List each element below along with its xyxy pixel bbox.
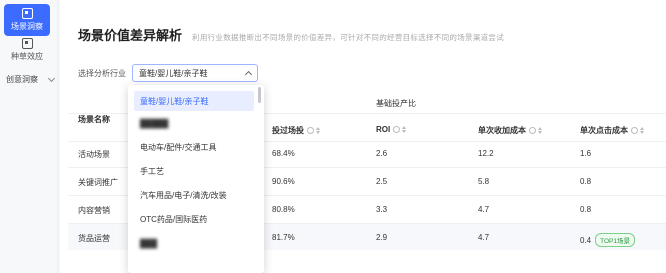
sort-icon[interactable] — [402, 126, 407, 134]
cell-roi: 2.5 — [376, 177, 388, 186]
column-header-cost-click[interactable]: 单次点击成本 — [580, 125, 645, 136]
grid-icon — [21, 38, 33, 49]
industry-filter-label: 选择分析行业 — [78, 68, 126, 78]
dropdown-option[interactable]: 手工艺 — [134, 161, 254, 181]
dropdown-option[interactable]: OTC药品/国际医药 — [134, 209, 254, 229]
industry-select-value: 童鞋/婴儿鞋/亲子鞋 — [139, 68, 208, 78]
page-title: 场景价值差异解析 — [78, 28, 183, 43]
cell-cost-add: 4.7 — [478, 205, 490, 214]
dropdown-option[interactable]: 电动车/配件/交通工具 — [134, 137, 254, 157]
cell-scene: 关键词推广 — [78, 178, 118, 187]
cell-cost-add: 5.8 — [478, 177, 490, 186]
rail-item-scene-insight[interactable]: 场景洞察 — [4, 4, 50, 36]
rail-group-label: 创意洞察 — [6, 75, 38, 84]
sort-icon[interactable] — [538, 127, 543, 135]
cell-cost-click: 0.4 TOP1场景 — [580, 233, 635, 247]
column-header-label: 单次收加成本 — [478, 126, 526, 135]
cell-cost-add: 4.7 — [478, 233, 490, 242]
chevron-down-icon — [47, 74, 56, 82]
column-header-cost-add[interactable]: 单次收加成本 — [478, 125, 543, 136]
cell-roi: 3.3 — [376, 205, 388, 214]
cell-roi: 2.6 — [376, 149, 388, 158]
industry-filter: 选择分析行业 童鞋/婴儿鞋/亲子鞋 — [78, 64, 258, 82]
dropdown-option[interactable]: █████ — [134, 113, 254, 133]
cell-scene: 内容营销 — [78, 206, 110, 215]
dropdown-option[interactable]: 童鞋/婴儿鞋/亲子鞋 — [134, 91, 254, 111]
page-subtitle: 利用行业数据推断出不同场景的价值差异，可针对不同的经营目标选择不同的场景渠道尝试 — [192, 33, 505, 42]
dropdown-option[interactable]: ███ — [134, 233, 254, 253]
cell-cost-add: 12.2 — [478, 149, 494, 158]
cell-scene: 活动场景 — [78, 150, 110, 159]
column-header-share[interactable]: 投过场投 — [272, 125, 321, 136]
column-header-label: 场景名称 — [78, 115, 110, 124]
left-rail: 场景洞察 种草效应 创意洞察 — [0, 0, 58, 273]
section-header: 场景价值差异解析 利用行业数据推断出不同场景的价值差异，可针对不同的经营目标选择… — [78, 25, 504, 44]
cell-share: 90.6% — [272, 177, 295, 186]
sort-icon[interactable] — [640, 127, 645, 135]
sort-icon[interactable] — [316, 127, 321, 135]
cell-share: 80.8% — [272, 205, 295, 214]
help-icon[interactable] — [393, 126, 401, 134]
rail-item-seeding-effect[interactable]: 种草效应 — [4, 38, 50, 62]
help-icon[interactable] — [307, 127, 314, 135]
help-icon[interactable] — [529, 127, 536, 135]
scrollbar[interactable] — [258, 87, 261, 103]
industry-select[interactable]: 童鞋/婴儿鞋/亲子鞋 — [132, 64, 258, 82]
chevron-up-icon — [244, 70, 253, 79]
top-scene-badge: TOP1场景 — [595, 233, 635, 247]
dropdown-option[interactable]: 汽车用品/电子/清洗/改装 — [134, 185, 254, 205]
column-header-label: 投过场投 — [272, 126, 304, 135]
cell-share: 68.4% — [272, 149, 295, 158]
column-header-scene: 场景名称 — [78, 114, 110, 125]
help-icon[interactable] — [631, 127, 638, 135]
cell-scene: 货品运营 — [78, 234, 110, 243]
cell-share: 81.7% — [272, 233, 295, 242]
column-header-roi[interactable]: ROI — [376, 125, 407, 134]
rail-item-label: 种草效应 — [11, 52, 43, 61]
column-group-header: 基础投产比 — [376, 99, 416, 108]
rail-item-label: 场景洞察 — [11, 22, 43, 31]
column-header-label: ROI — [376, 125, 391, 134]
cell-cost-click: 1.6 — [580, 149, 592, 158]
cell-cost-click-value: 0.4 — [580, 236, 592, 245]
cell-cost-click: 0.8 — [580, 205, 592, 214]
industry-dropdown-menu: 童鞋/婴儿鞋/亲子鞋 █████ 电动车/配件/交通工具 手工艺 汽车用品/电子… — [128, 85, 264, 273]
cell-cost-click: 0.8 — [580, 177, 592, 186]
cell-roi: 2.9 — [376, 233, 388, 242]
chart-icon — [21, 8, 33, 19]
column-header-label: 单次点击成本 — [580, 126, 628, 135]
rail-group-creative-insight[interactable]: 创意洞察 — [4, 74, 56, 85]
